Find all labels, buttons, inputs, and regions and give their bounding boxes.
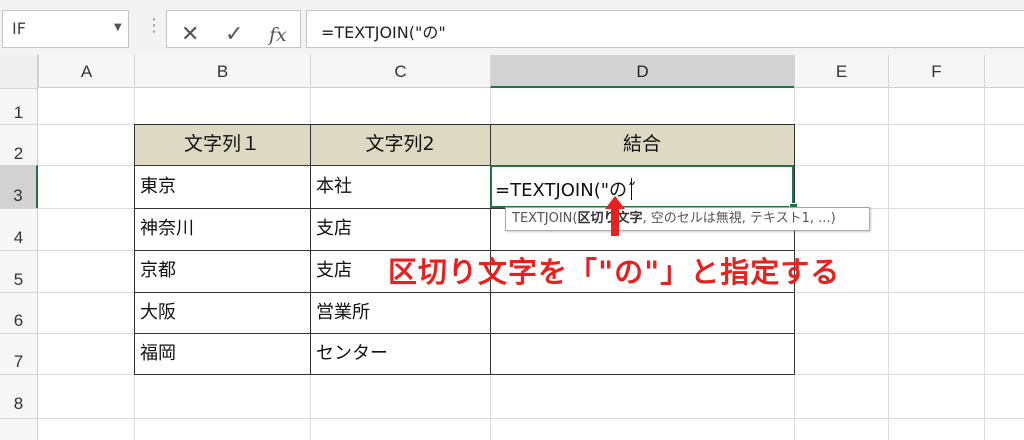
function-tooltip: TEXTJOIN(区切り文字, 空のセルは無視, テキスト1, ...)	[505, 207, 870, 231]
tooltip-rest: , 空のセルは無視, テキスト1, ...)	[642, 211, 836, 226]
arrow-up-icon	[605, 196, 625, 236]
annotation-text: 区切り文字を「"の"」と指定する	[388, 255, 841, 289]
text-caret	[631, 178, 632, 200]
tooltip-function[interactable]: TEXTJOIN(	[512, 211, 577, 226]
